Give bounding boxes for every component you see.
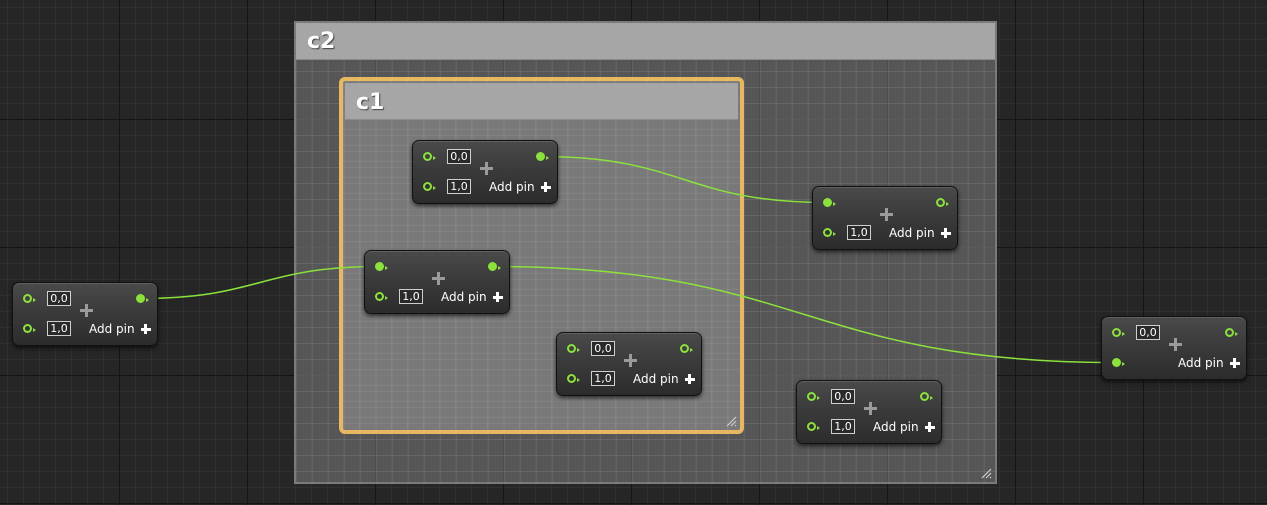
add-node[interactable]: 0,0 1,0 Add pin (556, 332, 702, 396)
add-pin-label: Add pin (633, 372, 679, 386)
plus-icon (684, 374, 695, 384)
input-value-field[interactable]: 0,0 (831, 389, 855, 404)
input-value-field[interactable]: 0,0 (1136, 325, 1160, 340)
add-node[interactable]: 0,0 Add pin (1101, 316, 1247, 380)
add-pin-label: Add pin (441, 290, 487, 304)
output-pin-icon[interactable] (920, 392, 933, 401)
input-value-field[interactable]: 1,0 (447, 179, 471, 194)
plus-icon (864, 402, 877, 415)
input-pin-icon[interactable] (807, 392, 820, 401)
input-value-field[interactable]: 0,0 (447, 149, 471, 164)
plus-icon (140, 324, 151, 334)
input-pin-icon[interactable] (567, 344, 580, 353)
input-value-field[interactable]: 1,0 (47, 321, 71, 336)
add-pin-button[interactable]: Add pin (1178, 355, 1240, 371)
resize-grip-icon[interactable] (725, 415, 737, 427)
add-pin-label: Add pin (1178, 356, 1224, 370)
plus-icon (432, 272, 445, 285)
add-pin-button[interactable]: Add pin (489, 179, 551, 195)
output-pin-icon[interactable] (1225, 328, 1238, 337)
add-pin-button[interactable]: Add pin (441, 289, 503, 305)
output-pin-icon[interactable] (936, 198, 949, 207)
input-pin-icon[interactable] (375, 292, 388, 301)
input-pin-icon[interactable] (1112, 358, 1125, 367)
add-pin-label: Add pin (873, 420, 919, 434)
add-node[interactable]: 0,0 1,0 Add pin (796, 380, 942, 444)
output-pin-icon[interactable] (680, 344, 693, 353)
comment-title-c2[interactable]: c2 (296, 23, 995, 60)
input-pin-icon[interactable] (1112, 328, 1125, 337)
add-node[interactable]: 0,0 1,0 Add pin (12, 282, 158, 346)
input-pin-icon[interactable] (423, 152, 436, 161)
input-value-field[interactable]: 0,0 (47, 291, 71, 306)
add-pin-label: Add pin (889, 226, 935, 240)
add-node[interactable]: 0,0 1,0 Add pin (412, 140, 558, 204)
input-pin-icon[interactable] (23, 294, 36, 303)
plus-icon (924, 422, 935, 432)
input-value-field[interactable]: 1,0 (591, 371, 615, 386)
input-pin-icon[interactable] (23, 324, 36, 333)
plus-icon (540, 182, 551, 192)
plus-icon (80, 304, 93, 317)
add-pin-button[interactable]: Add pin (889, 225, 951, 241)
add-pin-label: Add pin (489, 180, 535, 194)
plus-icon (1229, 358, 1240, 368)
input-value-field[interactable]: 0,0 (591, 341, 615, 356)
input-pin-icon[interactable] (423, 182, 436, 191)
plus-icon (492, 292, 503, 302)
plus-icon (624, 354, 637, 367)
input-value-field[interactable]: 1,0 (831, 419, 855, 434)
input-pin-icon[interactable] (823, 228, 836, 237)
plus-icon (1169, 338, 1182, 351)
add-pin-label: Add pin (89, 322, 135, 336)
add-pin-button[interactable]: Add pin (633, 371, 695, 387)
plus-icon (940, 228, 951, 238)
resize-grip-icon[interactable] (980, 467, 992, 479)
add-pin-button[interactable]: Add pin (89, 321, 151, 337)
input-value-field[interactable]: 1,0 (399, 289, 423, 304)
input-value-field[interactable]: 1,0 (847, 225, 871, 240)
input-pin-icon[interactable] (823, 198, 836, 207)
input-pin-icon[interactable] (807, 422, 820, 431)
output-pin-icon[interactable] (488, 262, 501, 271)
plus-icon (880, 208, 893, 221)
comment-title-c1[interactable]: c1 (345, 83, 738, 120)
add-node[interactable]: 1,0 Add pin (812, 186, 958, 250)
add-node[interactable]: 1,0 Add pin (364, 250, 510, 314)
output-pin-icon[interactable] (536, 152, 549, 161)
add-pin-button[interactable]: Add pin (873, 419, 935, 435)
input-pin-icon[interactable] (375, 262, 388, 271)
input-pin-icon[interactable] (567, 374, 580, 383)
plus-icon (480, 162, 493, 175)
output-pin-icon[interactable] (136, 294, 149, 303)
